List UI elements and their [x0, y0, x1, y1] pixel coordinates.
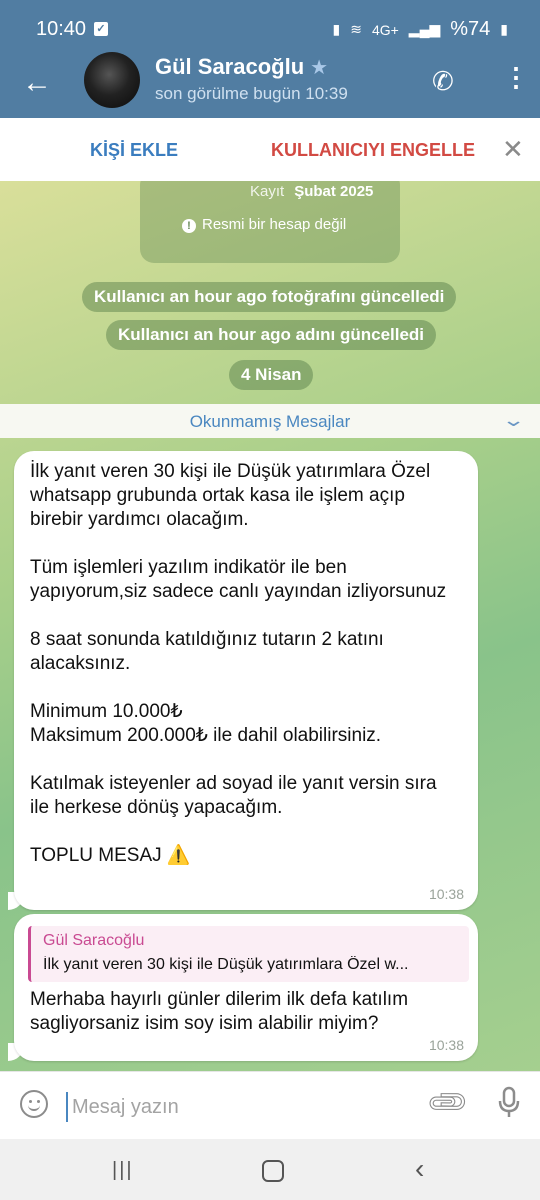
- message-text: İlk yanıt veren 30 kişi ile Düşük yatırı…: [30, 461, 447, 866]
- message-bubble-reply[interactable]: Gül Saracoğlu İlk yanıt veren 30 kişi il…: [14, 914, 478, 1061]
- chevron-down-icon[interactable]: ⌄: [501, 410, 525, 431]
- battery-level: %74: [450, 18, 491, 40]
- add-contact-button[interactable]: KİŞİ EKLE: [90, 140, 178, 161]
- block-user-button[interactable]: KULLANICIYI ENGELLE: [271, 140, 475, 161]
- message-input[interactable]: [66, 1092, 414, 1122]
- registration-date: Şubat 2025: [294, 183, 374, 200]
- last-seen: son görülme bugün 10:39: [155, 84, 348, 103]
- battery-icon: ▮: [500, 21, 508, 37]
- system-nav-bar: ||| ‹: [0, 1139, 540, 1200]
- signal-icon: ▂▄▆: [408, 21, 441, 37]
- arrow-left-icon[interactable]: ←: [22, 68, 52, 98]
- chat-area[interactable]: Kayıt Şubat 2025 ! Resmi bir hesap değil K…: [0, 181, 540, 1071]
- status-bar: 10:40 ✓ ▮ ≋ 4G+ ▂▄▆ %74 ▮: [0, 0, 540, 58]
- account-info-card: Kayıt Şubat 2025 ! Resmi bir hesap değil: [140, 181, 400, 263]
- contact-name: Gül Saracoğlu: [155, 54, 305, 79]
- chat-header: ← Gül Saracoğlu ★ son görülme bugün 10:39…: [0, 52, 540, 118]
- home-icon[interactable]: [262, 1160, 284, 1182]
- network-type: 4G+: [371, 21, 399, 38]
- official-note-text: Resmi bir hesap değil: [202, 216, 347, 233]
- star-icon: ★: [310, 57, 329, 79]
- battery-saver-icon: ▮: [332, 21, 341, 37]
- emoji-icon[interactable]: [20, 1090, 48, 1118]
- close-icon[interactable]: ✕: [502, 134, 524, 165]
- reply-quote[interactable]: Gül Saracoğlu İlk yanıt veren 30 kişi il…: [28, 926, 469, 982]
- message-text: Merhaba hayırlı günler dilerim ilk defa …: [30, 989, 409, 1034]
- message-time: 10:38: [428, 1037, 464, 1053]
- official-note: ! Resmi bir hesap değil: [182, 216, 346, 233]
- date-chip: 4 Nisan: [229, 360, 314, 390]
- reply-text: İlk yanıt veren 30 kişi ile Düşük yatırı…: [43, 956, 409, 973]
- more-vertical-icon[interactable]: ⋮: [503, 62, 529, 92]
- microphone-icon[interactable]: [497, 1086, 521, 1125]
- reply-author: Gül Saracoğlu: [43, 932, 145, 949]
- message-bubble[interactable]: İlk yanıt veren 30 kişi ile Düşük yatırı…: [14, 451, 478, 910]
- service-message-name: Kullanıcı an hour ago adını güncelledi: [106, 320, 437, 350]
- info-icon: !: [182, 219, 196, 233]
- wifi-icon: ≋: [350, 21, 362, 37]
- contact-info[interactable]: Gül Saracoğlu ★ son görülme bugün 10:39: [155, 54, 348, 104]
- notification-icon: ✓: [94, 22, 108, 36]
- message-composer: 📎︎: [0, 1071, 540, 1140]
- status-icons: ▮ ≋ 4G+ ▂▄▆ %74 ▮: [332, 18, 508, 41]
- service-message-photo: Kullanıcı an hour ago fotoğrafını güncel…: [82, 282, 457, 312]
- avatar[interactable]: [84, 52, 140, 108]
- unread-divider: Okunmamış Mesajlar ⌄: [0, 404, 540, 438]
- phone-icon[interactable]: ✆: [432, 66, 454, 97]
- registration-row: Kayıt Şubat 2025: [250, 183, 373, 200]
- recent-apps-icon[interactable]: |||: [112, 1159, 134, 1182]
- registration-label: Kayıt: [250, 183, 285, 200]
- action-bar: KİŞİ EKLE KULLANICIYI ENGELLE ✕: [0, 118, 540, 182]
- status-time: 10:40: [36, 18, 87, 40]
- unread-label: Okunmamış Mesajlar: [189, 412, 351, 431]
- paperclip-icon[interactable]: 📎︎: [424, 1078, 472, 1126]
- message-time: 10:38: [428, 886, 464, 902]
- nav-back-icon[interactable]: ‹: [415, 1153, 424, 1185]
